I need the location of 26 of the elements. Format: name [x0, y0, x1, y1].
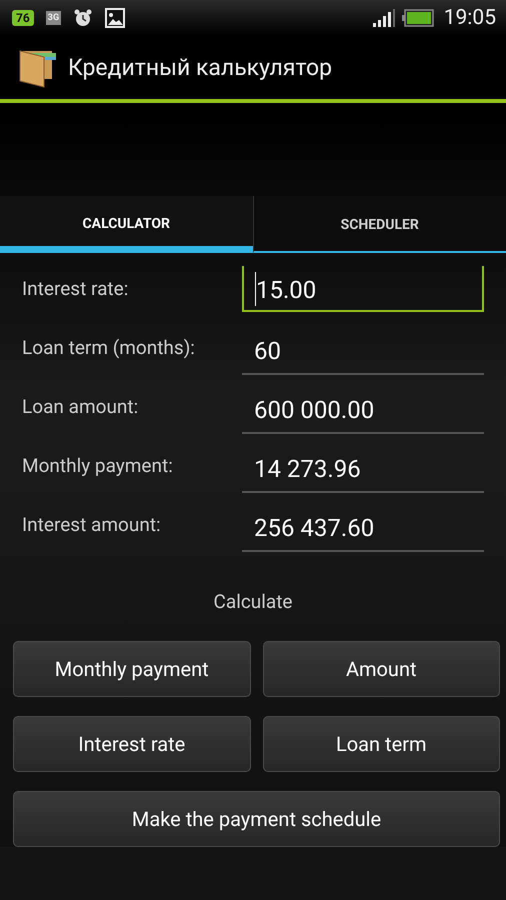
network-type-icon: 3G: [46, 10, 62, 24]
input-field[interactable]: 256 437.60: [242, 506, 484, 552]
image-icon: [105, 8, 126, 28]
action-button[interactable]: Monthly payment: [13, 641, 250, 697]
tab[interactable]: CALCULATOR: [0, 196, 252, 253]
action-button[interactable]: Loan term: [262, 716, 500, 772]
tab[interactable]: SCHEDULER: [252, 196, 506, 253]
field-label: Monthly payment:: [22, 454, 174, 477]
field-label: Loan term (months):: [22, 336, 196, 359]
action-button[interactable]: Make the payment schedule: [13, 791, 500, 847]
alarm-clock-icon: [73, 8, 94, 28]
field-label: Interest amount:: [22, 513, 162, 536]
notification-badge: 76: [12, 10, 34, 26]
input-field[interactable]: 14 273.96: [242, 446, 484, 492]
action-button[interactable]: Amount: [262, 641, 500, 697]
input-field[interactable]: 15.00: [242, 266, 484, 312]
field-label: Loan amount:: [22, 395, 140, 418]
input-field[interactable]: 600 000.00: [242, 388, 484, 434]
signal-icon: [372, 8, 396, 28]
input-field[interactable]: 60: [242, 328, 484, 374]
clock-time: 19:05: [444, 6, 496, 30]
action-button[interactable]: Interest rate: [13, 716, 250, 772]
app-title: Кредитный калькулятор: [68, 54, 332, 80]
battery-icon: [402, 8, 434, 26]
section-heading: Calculate: [214, 590, 292, 613]
field-label: Interest rate:: [22, 277, 130, 300]
